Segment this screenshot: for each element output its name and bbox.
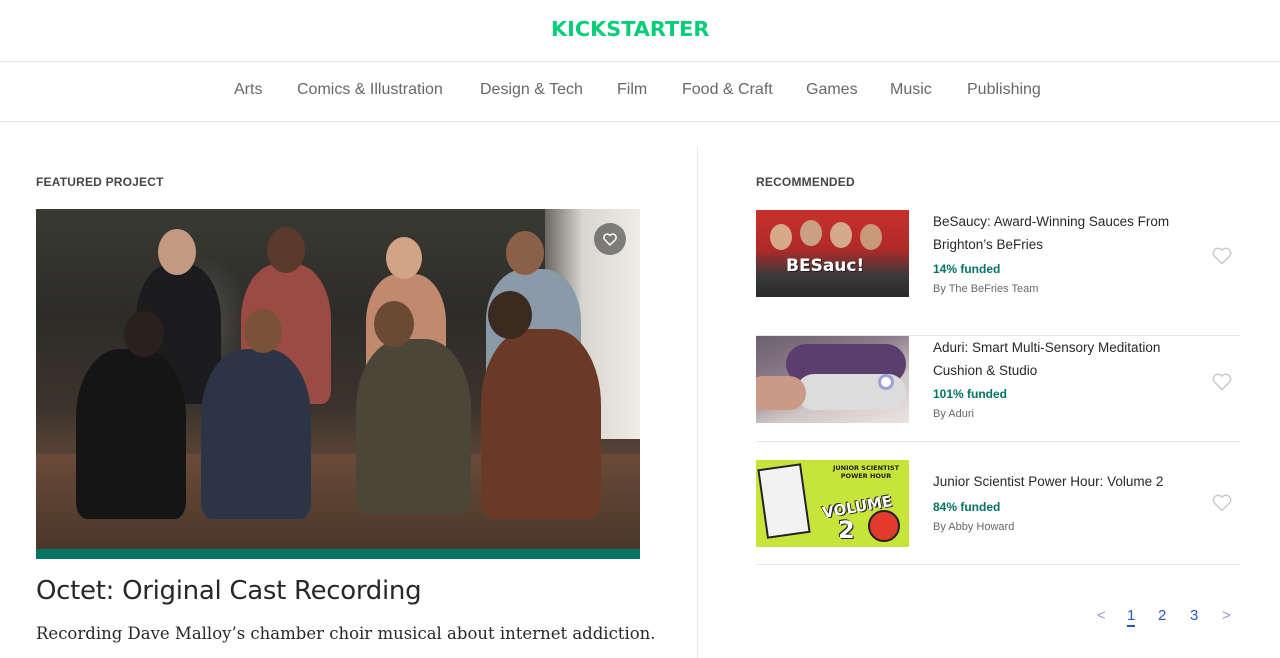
person-head xyxy=(860,224,882,250)
person-head xyxy=(770,224,792,250)
column-divider xyxy=(697,146,698,658)
thumbnail-series-text: JUNIOR SCIENTIST POWER HOUR xyxy=(832,464,900,480)
performer-head xyxy=(244,309,282,353)
recommended-section-label: RECOMMENDED xyxy=(756,175,855,189)
funded-percentage: 84% funded xyxy=(933,500,1001,514)
recommended-item: JUNIOR SCIENTIST POWER HOUR VOLUME 2 Jun… xyxy=(756,460,1240,565)
performer-figure xyxy=(356,339,471,514)
category-food-craft[interactable]: Food & Craft xyxy=(682,81,773,99)
category-publishing[interactable]: Publishing xyxy=(967,81,1041,99)
project-creator[interactable]: By Aduri xyxy=(933,408,974,420)
top-header: KICKSTARTER xyxy=(0,0,1280,62)
recommended-item: Aduri: Smart Multi-Sensory Meditation Cu… xyxy=(756,336,1240,442)
featured-project-title[interactable]: Octet: Original Cast Recording xyxy=(36,576,422,606)
performer-head xyxy=(506,231,544,275)
performer-head xyxy=(386,237,422,279)
performer-head xyxy=(124,311,164,357)
featured-project-blurb: Recording Dave Malloy’s chamber choir mu… xyxy=(36,624,656,643)
project-title[interactable]: Aduri: Smart Multi-Sensory Meditation Cu… xyxy=(933,336,1193,382)
kickstarter-logo[interactable]: KICKSTARTER xyxy=(551,17,709,41)
person-head xyxy=(800,220,822,246)
pagination-page-1[interactable]: 1 xyxy=(1127,607,1136,627)
category-music[interactable]: Music xyxy=(890,81,932,99)
person-head xyxy=(830,222,852,248)
project-creator[interactable]: By Abby Howard xyxy=(933,521,1014,533)
thumbnail-volume-number: 2 xyxy=(838,516,855,544)
featured-progress-bar xyxy=(36,549,640,559)
project-title[interactable]: Junior Scientist Power Hour: Volume 2 xyxy=(933,470,1193,493)
performer-figure xyxy=(481,329,601,519)
comic-book xyxy=(757,463,811,539)
category-design-tech[interactable]: Design & Tech xyxy=(480,81,583,99)
pagination-next[interactable]: > xyxy=(1222,607,1231,624)
project-thumbnail[interactable] xyxy=(756,336,909,423)
project-thumbnail[interactable]: JUNIOR SCIENTIST POWER HOUR VOLUME 2 xyxy=(756,460,909,547)
pagination-page-2[interactable]: 2 xyxy=(1158,607,1166,624)
heart-icon[interactable] xyxy=(1212,373,1232,391)
performer-figure xyxy=(76,349,186,519)
performer-head xyxy=(488,291,532,339)
cartoon-character xyxy=(868,510,900,542)
funded-percentage: 101% funded xyxy=(933,387,1008,401)
category-arts[interactable]: Arts xyxy=(234,81,262,99)
category-film[interactable]: Film xyxy=(617,81,647,99)
funded-percentage: 14% funded xyxy=(933,262,1001,276)
performer-head xyxy=(374,301,414,347)
category-games[interactable]: Games xyxy=(806,81,858,99)
project-thumbnail[interactable]: BESauc! xyxy=(756,210,909,297)
thumbnail-logo-text: BESauc! xyxy=(786,256,865,276)
featured-section-label: FEATURED PROJECT xyxy=(36,175,164,189)
pagination-page-3[interactable]: 3 xyxy=(1190,607,1198,624)
heart-icon[interactable] xyxy=(1212,247,1232,265)
performer-figure xyxy=(201,349,311,519)
project-creator[interactable]: By The BeFries Team xyxy=(933,283,1038,295)
heart-icon[interactable] xyxy=(1212,494,1232,512)
featured-project-image[interactable] xyxy=(36,209,640,549)
cushion-button xyxy=(878,374,894,390)
category-comics-illustration[interactable]: Comics & Illustration xyxy=(297,81,443,99)
recommended-item: BESauc! BeSaucy: Award-Winning Sauces Fr… xyxy=(756,210,1240,336)
category-nav: Arts Comics & Illustration Design & Tech… xyxy=(0,62,1280,122)
heart-icon xyxy=(603,232,617,246)
pagination-prev[interactable]: < xyxy=(1097,607,1106,624)
performer-head xyxy=(158,229,196,275)
featured-favorite-button[interactable] xyxy=(594,223,626,255)
hand xyxy=(756,376,806,410)
performer-head xyxy=(267,227,305,273)
project-title[interactable]: BeSaucy: Award-Winning Sauces From Brigh… xyxy=(933,210,1193,256)
